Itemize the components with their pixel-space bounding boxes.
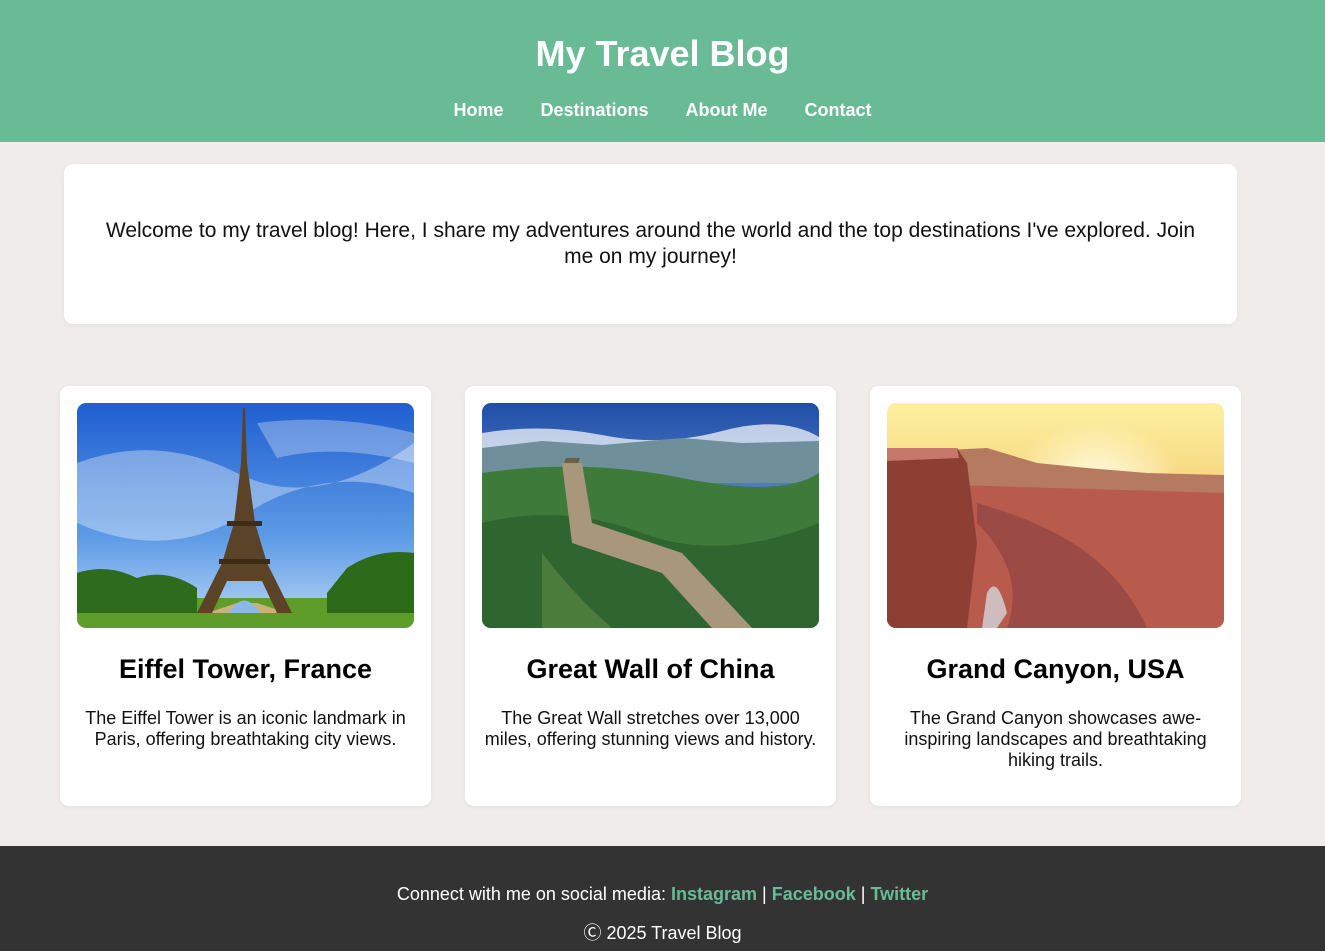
nav-link-home[interactable]: Home	[453, 99, 503, 121]
intro-text: Welcome to my travel blog! Here, I share…	[105, 219, 1196, 268]
nav-link-contact[interactable]: Contact	[805, 99, 872, 121]
copyright: Ⓒ 2025 Travel Blog	[583, 923, 742, 943]
great-wall-photo	[482, 403, 819, 628]
site-header: My Travel Blog Home Destinations About M…	[0, 0, 1325, 142]
card-title: Great Wall of China	[526, 654, 775, 684]
intro-card: Welcome to my travel blog! Here, I share…	[64, 164, 1237, 324]
card-title: Eiffel Tower, France	[118, 654, 373, 684]
destination-card-great-wall: Great Wall of China The Great Wall stret…	[465, 386, 836, 806]
card-title: Grand Canyon, USA	[926, 654, 1185, 684]
eiffel-tower-photo	[77, 403, 414, 628]
main-nav: Home Destinations About Me Contact	[0, 99, 1325, 121]
social-links-row: Connect with me on social media: Instagr…	[0, 883, 1325, 905]
separator: |	[762, 884, 767, 904]
instagram-link[interactable]: Instagram	[671, 884, 757, 904]
card-description: The Eiffel Tower is an iconic landmark i…	[85, 708, 406, 749]
card-description: The Great Wall stretches over 13,000 mil…	[484, 708, 817, 749]
site-footer: Connect with me on social media: Instagr…	[0, 846, 1325, 951]
destination-card-grand-canyon: Grand Canyon, USA The Grand Canyon showc…	[870, 386, 1241, 806]
twitter-link[interactable]: Twitter	[870, 884, 928, 904]
social-prefix: Connect with me on social media:	[396, 884, 666, 904]
site-title: My Travel Blog	[535, 33, 790, 74]
nav-link-destinations[interactable]: Destinations	[541, 99, 649, 121]
separator: |	[860, 884, 866, 904]
nav-link-about-me[interactable]: About Me	[686, 99, 768, 121]
facebook-link[interactable]: Facebook	[772, 884, 856, 904]
grand-canyon-photo	[887, 403, 1224, 628]
destination-card-eiffel: Eiffel Tower, France The Eiffel Tower is…	[60, 386, 431, 806]
card-description: The Grand Canyon showcases awe-inspiring…	[904, 708, 1207, 770]
